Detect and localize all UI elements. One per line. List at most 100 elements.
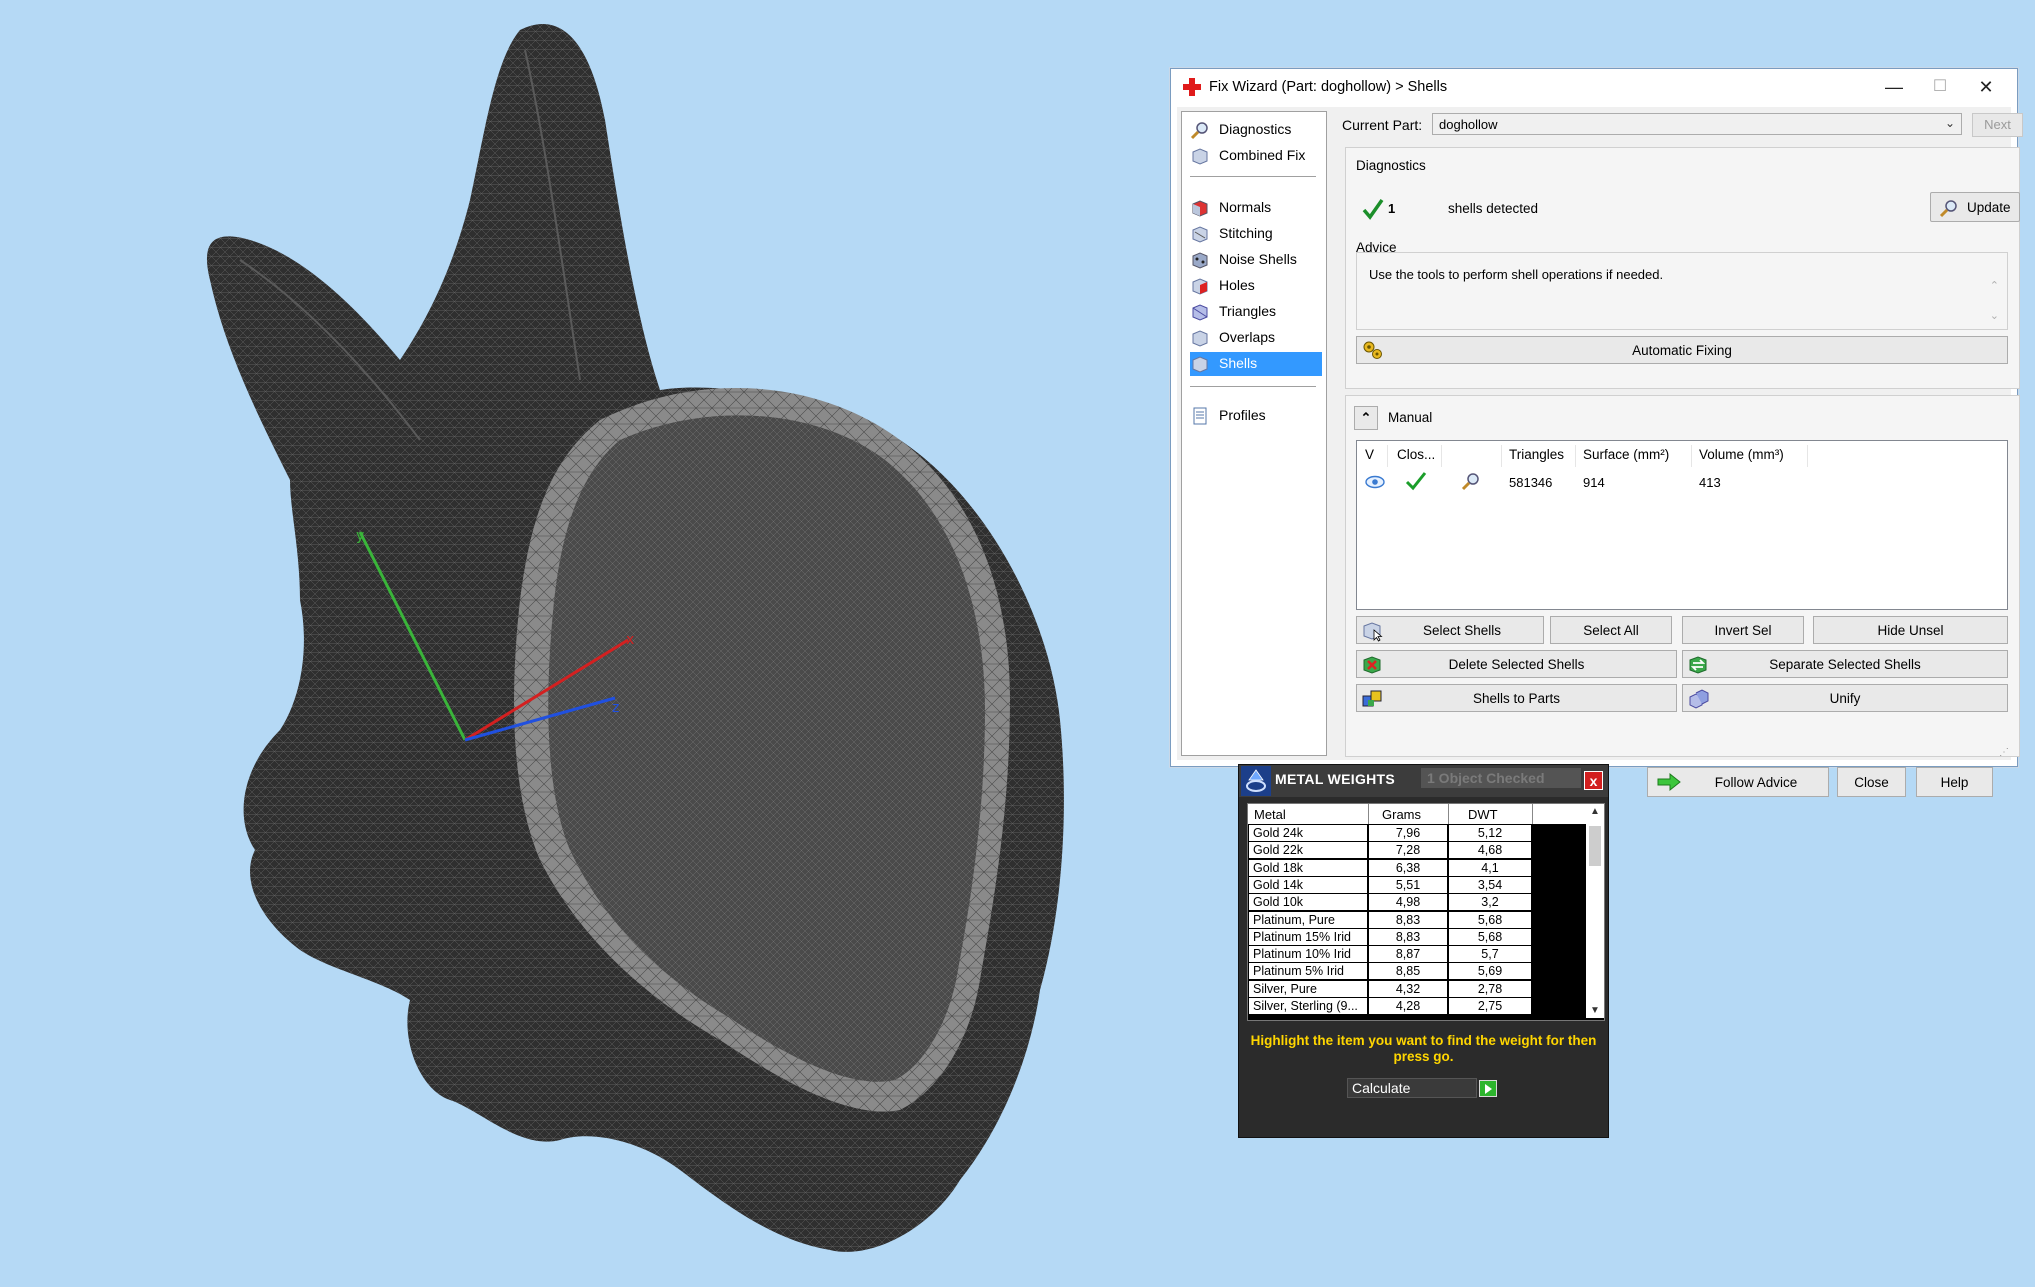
scroll-thumb[interactable] [1589,826,1601,866]
maximize-button[interactable]: ☐ [1917,73,1963,101]
magnifier-icon[interactable] [1461,471,1481,491]
invert-selection-button[interactable]: Invert Sel [1682,616,1804,644]
metal-row[interactable]: Platinum 15% Irid 8,83 5,68 [1248,928,1586,946]
cell-dwt: 3,54 [1449,876,1531,893]
metal-row[interactable]: Gold 18k 6,38 4,1 [1248,859,1586,877]
column-header-volume[interactable]: Volume (mm³) [1699,447,1784,462]
fix-wizard-dialog: Fix Wizard (Part: doghollow) > Shells — … [1170,68,2023,797]
next-button[interactable]: Next [1972,113,2023,137]
calculate-select[interactable]: Calculate [1347,1078,1477,1098]
close-button[interactable]: Close [1837,767,1906,797]
cell-dwt: 4,1 [1449,859,1531,876]
metal-table-header: Metal Grams DWT [1248,804,1586,824]
check-icon [1362,198,1384,220]
metal-weights-title: METAL WEIGHTS [1275,771,1396,787]
update-button[interactable]: Update [1930,192,2020,222]
follow-advice-button[interactable]: Follow Advice [1647,767,1829,797]
cell-grams: 8,85 [1369,963,1447,980]
minimize-button[interactable]: — [1871,73,1917,101]
delete-selected-shells-button[interactable]: Delete Selected Shells [1356,650,1677,678]
select-all-label: Select All [1583,623,1639,638]
help-button[interactable]: Help [1916,767,1993,797]
resize-grip-icon[interactable]: ⋰ [1999,747,2009,758]
dialog-body: Diagnostics Combined Fix Normals Stitchi… [1177,107,2023,797]
eye-icon[interactable] [1365,475,1385,489]
metal-row[interactable]: Gold 22k 7,28 4,68 [1248,842,1586,859]
current-part-select[interactable]: doghollow ⌄ [1432,113,1962,135]
nav-item-noise-shells[interactable]: Noise Shells [1190,248,1322,272]
column-header-visible[interactable]: V [1365,447,1374,462]
close-window-button[interactable]: ✕ [1963,73,2009,101]
metal-row[interactable]: Silver, Sterling (9... 4,28 2,75 [1248,998,1586,1015]
metal-weights-table[interactable]: Metal Grams DWT Gold 24k 7,96 5,12 Gold 22k… [1247,803,1605,1021]
red-cross-icon [1183,78,1201,96]
nav-item-label: Triangles [1219,303,1277,319]
metal-row[interactable]: Gold 14k 5,51 3,54 [1248,876,1586,894]
metal-row[interactable]: Gold 10k 4,98 3,2 [1248,894,1586,911]
close-panel-button[interactable]: x [1584,771,1603,790]
cell-metal: Platinum 10% Irid [1249,946,1367,963]
metal-weights-header[interactable]: METAL WEIGHTS 1 Object Checked x [1239,765,1608,797]
nav-item-triangles[interactable]: Triangles [1190,300,1322,324]
manual-group: ⌃ Manual V Clos... Triangles Surface (mm… [1345,395,2020,757]
metal-row[interactable]: Platinum, Pure 8,83 5,68 [1248,911,1586,929]
normals-icon [1192,200,1208,217]
nav-item-normals[interactable]: Normals [1190,196,1322,220]
column-header-closed[interactable]: Clos... [1397,447,1435,462]
column-header-metal[interactable]: Metal [1254,807,1286,822]
metal-row[interactable]: Platinum 10% Irid 8,87 5,7 [1248,946,1586,963]
column-header-triangles[interactable]: Triangles [1509,447,1564,462]
metal-row[interactable]: Gold 24k 7,96 5,12 [1248,825,1586,842]
metal-row[interactable]: Platinum 5% Irid 8,85 5,69 [1248,963,1586,980]
x-axis-label: x [626,632,634,648]
dialog-title-bar[interactable]: Fix Wizard (Part: doghollow) > Shells — … [1171,69,2017,105]
shells-to-parts-button[interactable]: Shells to Parts [1356,684,1677,712]
metal-table-scrollbar[interactable]: ▲ ▼ [1586,804,1604,1018]
nav-item-profiles[interactable]: Profiles [1190,404,1322,428]
nav-item-holes[interactable]: Holes [1190,274,1322,298]
column-header-dwt[interactable]: DWT [1468,807,1498,822]
cell-grams: 4,28 [1369,998,1447,1014]
nav-item-shells[interactable]: Shells [1190,352,1322,376]
nav-item-diagnostics[interactable]: Diagnostics [1190,118,1322,142]
column-divider [1441,445,1442,467]
metal-weights-panel: METAL WEIGHTS 1 Object Checked x Metal G… [1238,764,1609,1138]
cell-metal: Gold 18k [1249,859,1367,876]
automatic-fixing-button[interactable]: Automatic Fixing [1356,336,2008,364]
select-shells-button[interactable]: Select Shells [1356,616,1544,644]
separate-selected-shells-button[interactable]: Separate Selected Shells [1682,650,2008,678]
nav-item-stitching[interactable]: Stitching [1190,222,1322,246]
cell-metal: Platinum 5% Irid [1249,963,1367,980]
magnifier-icon [1190,122,1208,140]
mesh-model-canvas[interactable]: y x z [0,0,1160,1287]
scroll-up-icon[interactable]: ▲ [1586,806,1604,817]
metal-row[interactable]: Silver, Pure 4,32 2,78 [1248,980,1586,998]
3d-viewport[interactable]: y x z [0,0,1160,1287]
shells-table[interactable]: V Clos... Triangles Surface (mm²) Volume… [1356,440,2008,610]
select-shells-label: Select Shells [1422,623,1502,638]
collapse-button[interactable]: ⌃ [1354,406,1378,430]
shell-select-icon [1363,622,1383,642]
select-all-button[interactable]: Select All [1550,616,1672,644]
nav-item-label: Noise Shells [1219,251,1297,267]
column-header-surface[interactable]: Surface (mm²) [1583,447,1669,462]
scroll-down-icon[interactable]: ▼ [1586,1005,1604,1016]
close-label: Close [1854,775,1889,790]
advice-scrollbar[interactable]: ⌃ ⌄ [1990,271,1999,331]
unify-button[interactable]: Unify [1682,684,2008,712]
chevron-up-icon: ⌃ [1360,410,1372,425]
column-divider [1575,445,1576,467]
cell-dwt: 5,69 [1449,963,1531,980]
go-button[interactable] [1479,1080,1497,1097]
column-header-grams[interactable]: Grams [1382,807,1421,822]
cell-triangles: 581346 [1509,475,1553,490]
help-label: Help [1940,775,1969,790]
column-divider [1807,445,1808,467]
nav-item-combined-fix[interactable]: Combined Fix [1190,144,1322,168]
noise-shells-icon [1192,252,1208,269]
hide-unselected-button[interactable]: Hide Unsel [1813,616,2008,644]
automatic-fixing-label: Automatic Fixing [1632,343,1732,358]
cell-metal: Gold 24k [1249,825,1367,841]
manual-label: Manual [1388,410,1433,425]
nav-item-overlaps[interactable]: Overlaps [1190,326,1322,350]
